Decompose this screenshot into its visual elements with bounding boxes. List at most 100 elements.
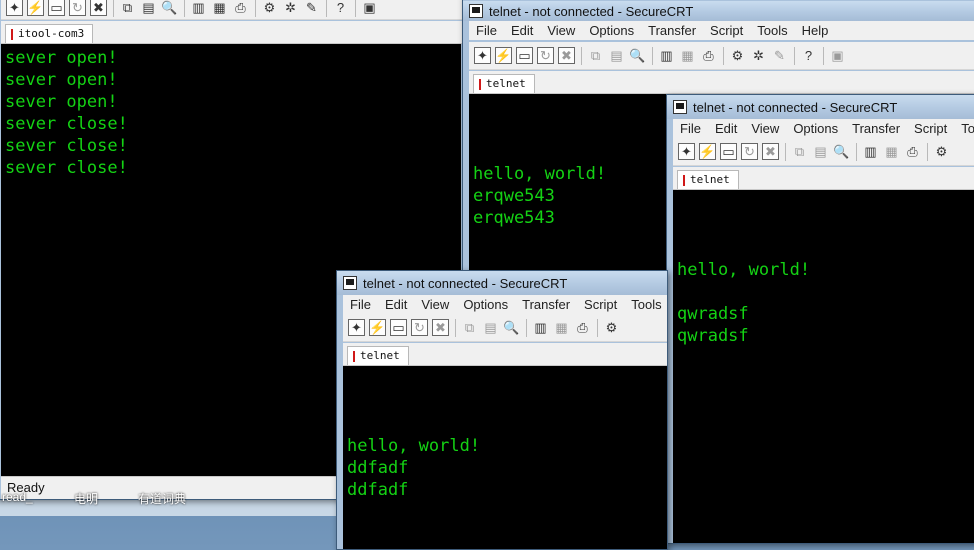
reconnect-icon[interactable]: ↻ <box>537 47 554 64</box>
help-icon[interactable]: ? <box>800 47 817 64</box>
copy-icon[interactable]: ⧉ <box>587 47 604 64</box>
connect-icon[interactable]: ✦ <box>678 143 695 160</box>
terminal-line: sever open! <box>5 92 118 112</box>
menu-view[interactable]: View <box>744 121 786 136</box>
find-icon[interactable]: 🔍 <box>833 143 850 160</box>
menu-view[interactable]: View <box>540 23 582 38</box>
keymap-icon[interactable]: ✎ <box>771 47 788 64</box>
menu-tools[interactable]: Too <box>954 121 974 136</box>
reconnect-icon[interactable]: ↻ <box>69 0 86 16</box>
menu-file[interactable]: File <box>673 121 708 136</box>
print-icon[interactable]: ⎙ <box>574 319 591 336</box>
taskbar-item[interactable]: read_ <box>2 490 33 504</box>
connect-tab-icon[interactable]: ▭ <box>390 319 407 336</box>
sftp-icon[interactable]: ▣ <box>829 47 846 64</box>
find-icon[interactable]: 🔍 <box>503 319 520 336</box>
terminal-line: ddfadf <box>347 458 409 478</box>
connect-tab-icon[interactable]: ▭ <box>516 47 533 64</box>
session-options-icon[interactable]: ⚙ <box>933 143 950 160</box>
tab-session[interactable]: itool-com3 <box>5 24 94 43</box>
print-icon[interactable]: ⎙ <box>700 47 717 64</box>
find-icon[interactable]: 🔍 <box>629 47 646 64</box>
copy-icon[interactable]: ⧉ <box>791 143 808 160</box>
tab-bar: telnet <box>343 343 667 366</box>
connect-tab-icon[interactable]: ▭ <box>720 143 737 160</box>
menu-tools[interactable]: Tools <box>624 297 667 312</box>
menu-tools[interactable]: Tools <box>750 23 794 38</box>
menu-edit[interactable]: Edit <box>504 23 540 38</box>
menu-edit[interactable]: Edit <box>708 121 744 136</box>
print-setup-icon[interactable]: ▥ <box>658 47 675 64</box>
connect-icon[interactable]: ✦ <box>474 47 491 64</box>
copy-icon[interactable]: ⧉ <box>119 0 136 16</box>
terminal-line: qwradsf <box>677 326 749 346</box>
print-selection-icon[interactable]: ▦ <box>553 319 570 336</box>
quick-connect-icon[interactable]: ⚡ <box>369 319 386 336</box>
terminal-line: sever open! <box>5 70 118 90</box>
sftp-icon[interactable]: ▣ <box>361 0 378 16</box>
help-icon[interactable]: ? <box>332 0 349 16</box>
title-bar[interactable]: telnet - not connected - SecureCRT <box>667 95 974 119</box>
tab-session[interactable]: telnet <box>677 170 739 189</box>
disconnect-icon[interactable]: ✖ <box>90 0 107 16</box>
print-setup-icon[interactable]: ▥ <box>532 319 549 336</box>
keymap-icon[interactable]: ✎ <box>303 0 320 16</box>
session-options-icon[interactable]: ⚙ <box>261 0 278 16</box>
find-icon[interactable]: 🔍 <box>161 0 178 16</box>
tab-session[interactable]: telnet <box>473 74 535 93</box>
taskbar-item[interactable]: 电明 <box>74 490 98 507</box>
menu-script[interactable]: Script <box>703 23 750 38</box>
disconnect-icon[interactable]: ✖ <box>432 319 449 336</box>
menu-transfer[interactable]: Transfer <box>641 23 703 38</box>
print-icon[interactable]: ⎙ <box>232 0 249 16</box>
menu-help[interactable]: Help <box>795 23 836 38</box>
tab-session[interactable]: telnet <box>347 346 409 365</box>
global-options-icon[interactable]: ✲ <box>282 0 299 16</box>
paste-icon[interactable]: ▤ <box>608 47 625 64</box>
session-options-icon[interactable]: ⚙ <box>603 319 620 336</box>
menu-file[interactable]: File <box>343 297 378 312</box>
paste-icon[interactable]: ▤ <box>482 319 499 336</box>
reconnect-icon[interactable]: ↻ <box>411 319 428 336</box>
title-bar[interactable]: telnet - not connected - SecureCRT <box>337 271 667 295</box>
connect-tab-icon[interactable]: ▭ <box>48 0 65 16</box>
global-options-icon[interactable]: ✲ <box>750 47 767 64</box>
print-selection-icon[interactable]: ▦ <box>883 143 900 160</box>
terminal-area[interactable]: hello, world! ddfadf ddfadf <box>343 366 667 549</box>
copy-icon[interactable]: ⧉ <box>461 319 478 336</box>
menu-file[interactable]: File <box>469 23 504 38</box>
menu-script[interactable]: Script <box>577 297 624 312</box>
menu-transfer[interactable]: Transfer <box>845 121 907 136</box>
print-setup-icon[interactable]: ▥ <box>190 0 207 16</box>
print-selection-icon[interactable]: ▦ <box>211 0 228 16</box>
print-setup-icon[interactable]: ▥ <box>862 143 879 160</box>
quick-connect-icon[interactable]: ⚡ <box>27 0 44 16</box>
window-securecrt-3[interactable]: telnet - not connected - SecureCRT File … <box>666 94 974 544</box>
title-bar[interactable]: telnet - not connected - SecureCRT <box>463 1 974 21</box>
menu-edit[interactable]: Edit <box>378 297 414 312</box>
window-securecrt-4[interactable]: telnet - not connected - SecureCRT File … <box>336 270 668 550</box>
taskbar-item[interactable]: 有道词典 <box>138 490 186 507</box>
reconnect-icon[interactable]: ↻ <box>741 143 758 160</box>
connect-icon[interactable]: ✦ <box>348 319 365 336</box>
session-options-icon[interactable]: ⚙ <box>729 47 746 64</box>
print-selection-icon[interactable]: ▦ <box>679 47 696 64</box>
toolbar: ✦ ⚡ ▭ ↻ ✖ ⧉ ▤ 🔍 ▥ ▦ ⎙ ⚙ ✲ ✎ ? ▣ <box>469 42 974 70</box>
connect-icon[interactable]: ✦ <box>6 0 23 16</box>
paste-icon[interactable]: ▤ <box>140 0 157 16</box>
paste-icon[interactable]: ▤ <box>812 143 829 160</box>
quick-connect-icon[interactable]: ⚡ <box>495 47 512 64</box>
disconnect-icon[interactable]: ✖ <box>558 47 575 64</box>
quick-connect-icon[interactable]: ⚡ <box>699 143 716 160</box>
menu-options[interactable]: Options <box>456 297 515 312</box>
menu-view[interactable]: View <box>414 297 456 312</box>
terminal-area[interactable]: hello, world! qwradsf qwradsf <box>673 190 974 543</box>
menu-options[interactable]: Options <box>786 121 845 136</box>
menu-transfer[interactable]: Transfer <box>515 297 577 312</box>
print-icon[interactable]: ⎙ <box>904 143 921 160</box>
disconnect-icon[interactable]: ✖ <box>762 143 779 160</box>
menu-options[interactable]: Options <box>582 23 641 38</box>
menu-script[interactable]: Script <box>907 121 954 136</box>
